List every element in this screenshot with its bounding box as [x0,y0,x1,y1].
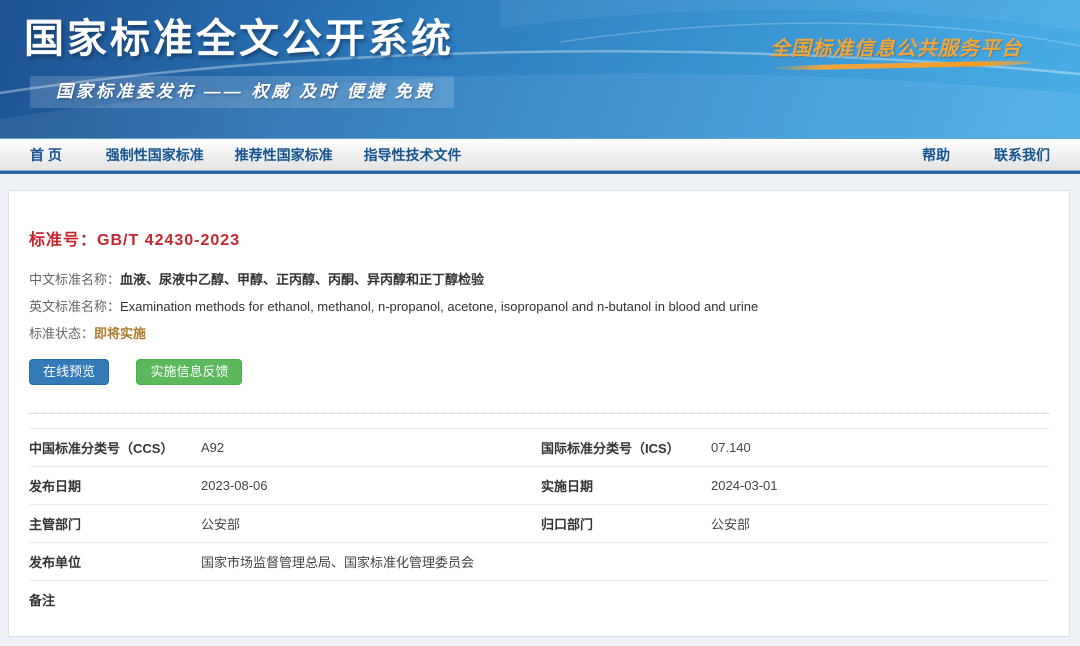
en-name-line: 英文标准名称：Examination methods for ethanol, … [29,298,1049,316]
en-name-label: 英文标准名称： [29,299,120,314]
nav-left-group: 首 页 强制性国家标准 推荐性国家标准 指导性技术文件 [30,145,489,165]
nav-guiding-documents[interactable]: 指导性技术文件 [364,147,462,163]
table-row: 主管部门 公安部 归口部门 公安部 [29,504,1049,542]
detail-value-publish-date: 2023-08-06 [201,478,541,493]
detail-label-centralized-dept: 归口部门 [541,514,711,533]
status-badge: 即将实施 [94,326,146,341]
nav-help[interactable]: 帮助 [922,147,950,163]
site-subtitle-banner: 国家标准委发布 —— 权威 及时 便捷 免费 [30,76,454,108]
site-subtitle: 国家标准委发布 —— 权威 及时 便捷 免费 [56,82,435,101]
standard-number-heading: 标准号：GB/T 42430-2023 [29,231,1049,251]
table-row: 发布日期 2023-08-06 实施日期 2024-03-01 [29,466,1049,504]
detail-value-centralized-dept: 公安部 [711,514,1049,533]
nav-underline-bar [0,170,1080,174]
main-nav: 首 页 强制性国家标准 推荐性国家标准 指导性技术文件 帮助 联系我们 [0,139,1080,170]
detail-label-competent-dept: 主管部门 [29,514,201,533]
nav-home[interactable]: 首 页 [30,147,62,163]
cn-name-value: 血液、尿液中乙醇、甲醇、正丙醇、丙酮、异丙醇和正丁醇检验 [120,272,484,287]
standard-number-label: 标准号： [29,232,97,249]
detail-value-ccs: A92 [201,440,541,455]
nav-right-group: 帮助 联系我们 [882,145,1050,165]
standard-number-value: GB/T 42430-2023 [97,232,240,249]
details-table: 中国标准分类号（CCS） A92 国际标准分类号（ICS） 07.140 发布日… [29,428,1049,618]
detail-label-remarks: 备注 [29,590,201,609]
implementation-feedback-button[interactable]: 实施信息反馈 [136,359,242,385]
detail-label-publish-date: 发布日期 [29,476,201,495]
detail-label-ccs: 中国标准分类号（CCS） [29,438,201,457]
table-row: 中国标准分类号（CCS） A92 国际标准分类号（ICS） 07.140 [29,428,1049,466]
en-name-value: Examination methods for ethanol, methano… [120,299,758,314]
dotted-separator [29,413,1049,414]
site-header: 国家标准全文公开系统 国家标准委发布 —— 权威 及时 便捷 免费 全国标准信息… [0,0,1080,139]
table-row: 备注 [29,580,1049,618]
detail-label-implement-date: 实施日期 [541,476,711,495]
nav-mandatory-standards[interactable]: 强制性国家标准 [106,147,204,163]
nav-contact[interactable]: 联系我们 [994,147,1050,163]
cn-name-line: 中文标准名称：血液、尿液中乙醇、甲醇、正丙醇、丙酮、异丙醇和正丁醇检验 [29,271,1049,289]
action-button-row: 在线预览 实施信息反馈 [29,359,1049,385]
detail-value-competent-dept: 公安部 [201,514,541,533]
standard-detail-card: 标准号：GB/T 42430-2023 中文标准名称：血液、尿液中乙醇、甲醇、正… [8,190,1070,637]
online-preview-button[interactable]: 在线预览 [29,359,109,385]
nav-recommended-standards[interactable]: 推荐性国家标准 [235,147,333,163]
status-label: 标准状态： [29,326,94,341]
table-row: 发布单位 国家市场监督管理总局、国家标准化管理委员会 [29,542,1049,580]
site-title: 国家标准全文公开系统 [24,6,454,64]
detail-label-publisher: 发布单位 [29,552,201,571]
cn-name-label: 中文标准名称： [29,272,120,287]
detail-label-ics: 国际标准分类号（ICS） [541,438,711,457]
detail-value-ics: 07.140 [711,440,1049,455]
status-line: 标准状态：即将实施 [29,325,1049,343]
platform-link[interactable]: 全国标准信息公共服务平台 [770,32,1022,61]
detail-value-publisher: 国家市场监督管理总局、国家标准化管理委员会 [201,552,1049,571]
detail-value-implement-date: 2024-03-01 [711,478,1049,493]
